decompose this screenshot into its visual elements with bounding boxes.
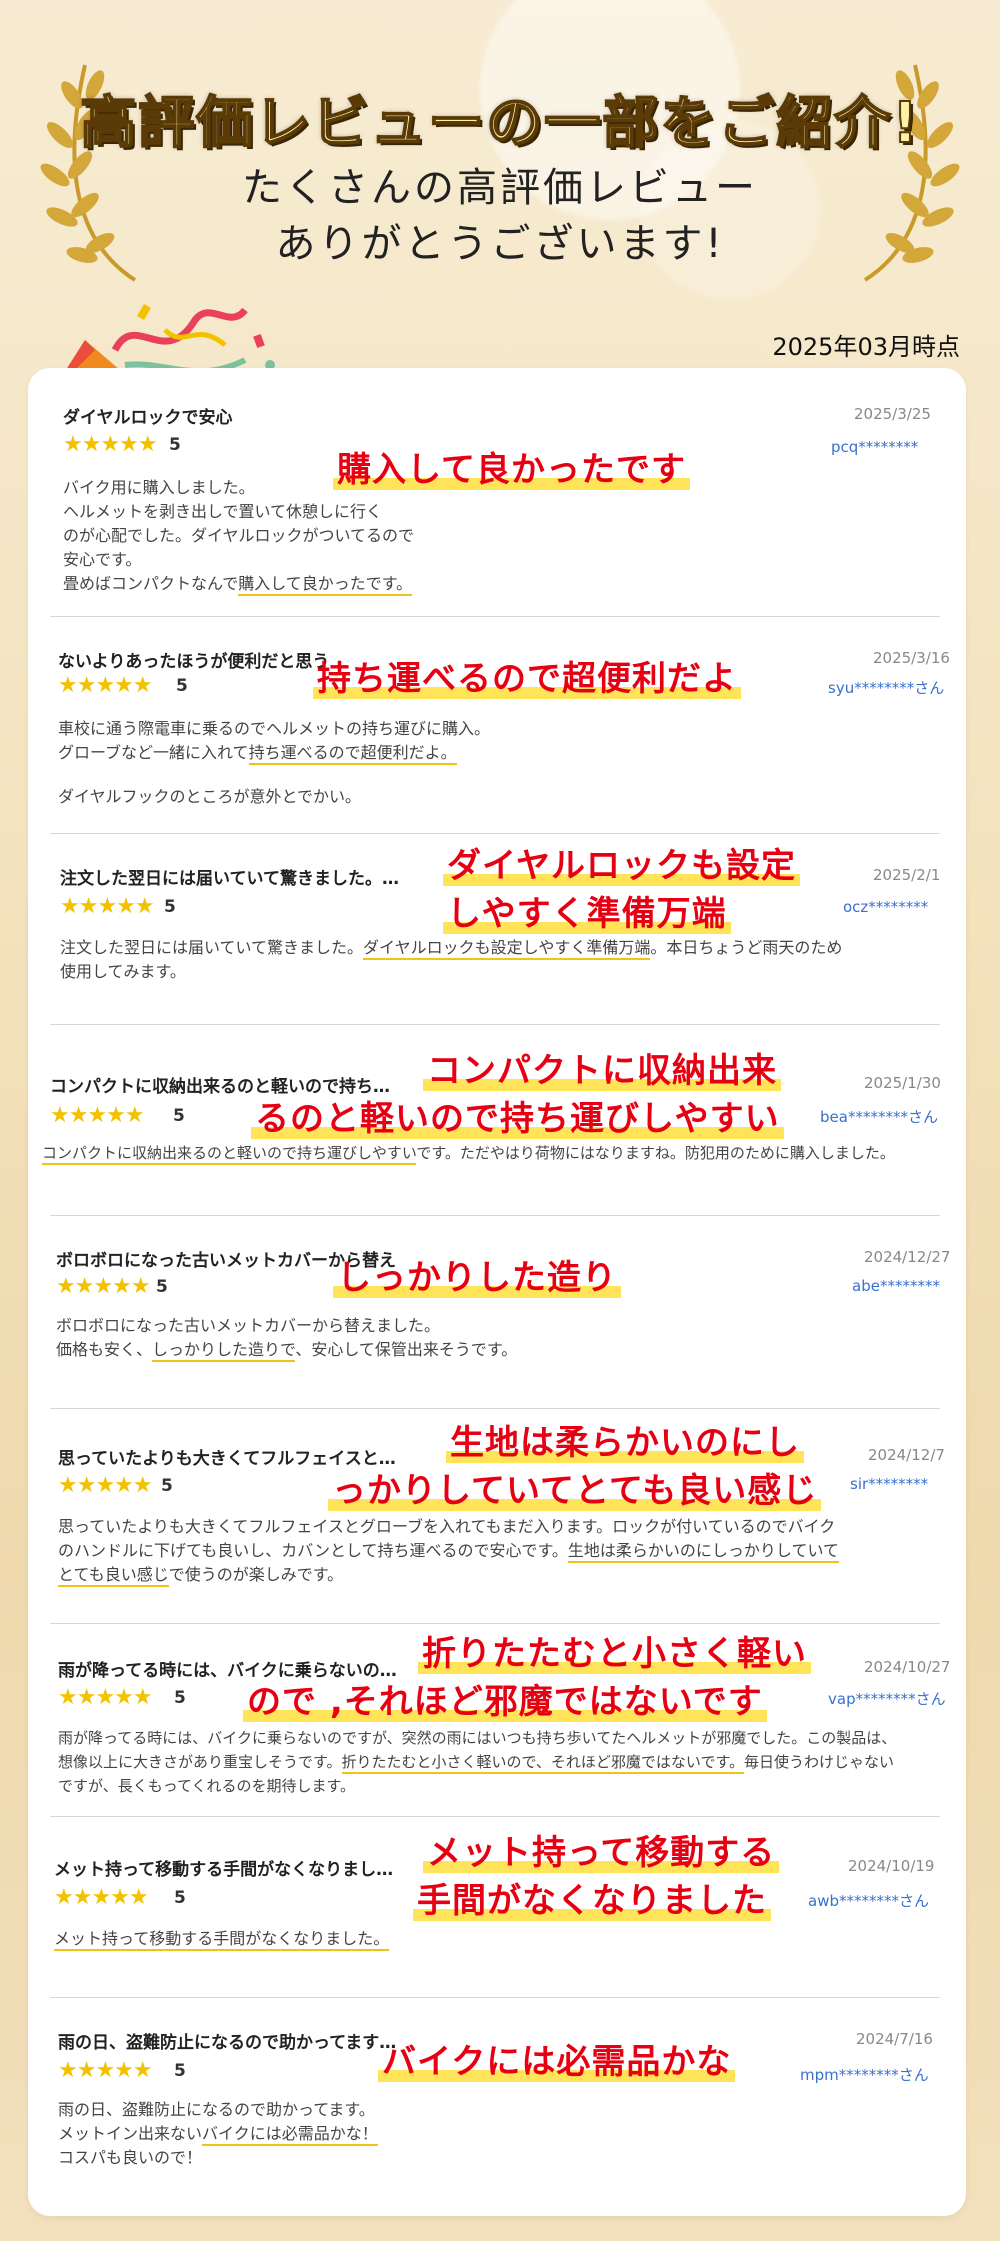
review-body: 車校に通う際電車に乗るのでヘルメットの持ち運びに購入。 グローブなど一緒に入れて… xyxy=(58,719,491,806)
reviewer-name[interactable]: bea********さん xyxy=(820,1106,938,1127)
review-callout: バイクには必需品かな xyxy=(378,2038,736,2086)
review-body: メット持って移動する手間がなくなりました。 xyxy=(54,1927,754,1951)
review-score: 5 xyxy=(174,1688,186,1708)
review-divider xyxy=(50,1816,940,1817)
review-date: 2024/12/7 xyxy=(868,1446,945,1464)
review-callout: メット持って移動する 手間がなくなりました xyxy=(413,1829,780,1925)
review-body: 雨の日、盗難防止になるので助かってます。 メットイン出来ないバイクには必需品かな… xyxy=(58,2100,378,2167)
star-rating: ★★★★★ xyxy=(56,1274,151,1299)
review-score: 5 xyxy=(174,2061,186,2081)
review-title: ないよりあったほうが便利だと思う xyxy=(58,652,330,672)
as-of-date: 2025年03月時点 xyxy=(772,333,960,361)
star-rating: ★★★★★ xyxy=(50,1103,145,1128)
review-score: 5 xyxy=(174,1888,186,1908)
reviewer-name[interactable]: sir******** xyxy=(850,1475,928,1493)
review-callout: しっかりした造り xyxy=(333,1254,621,1302)
review-callout: 持ち運べるので超便利だよ xyxy=(313,655,741,703)
review-score: 5 xyxy=(161,1476,173,1496)
star-rating: ★★★★★ xyxy=(63,432,158,457)
sub-title: たくさんの高評価レビュー ありがとうございます! xyxy=(0,160,1000,272)
review-title: メット持って移動する手間がなくなりまし… xyxy=(54,1860,394,1880)
review-title: ダイヤルロックで安心 xyxy=(63,408,233,428)
review-score: 5 xyxy=(173,1106,185,1126)
review-card: ダイヤルロックで安心 2025/3/25 ★★★★★ 5 pcq********… xyxy=(28,368,966,2216)
review-body: 注文した翌日には届いていて驚きました。ダイヤルロックも設定しやすく準備万端。本日… xyxy=(60,938,843,981)
review-date: 2024/10/19 xyxy=(848,1857,935,1875)
star-rating: ★★★★★ xyxy=(58,673,153,698)
review-callout: 生地は柔らかいのにし っかりしていてとても良い感じ xyxy=(328,1419,822,1515)
reviewer-name[interactable]: mpm********さん xyxy=(800,2064,929,2085)
review-body: ボロボロになった古いメットカバーから替えました。 価格も安く、しっかりした造りで… xyxy=(56,1314,756,1362)
star-rating: ★★★★★ xyxy=(58,1685,153,1710)
review-date: 2025/3/16 xyxy=(873,649,950,667)
review-title: 思っていたよりも大きくてフルフェイスと… xyxy=(58,1449,396,1469)
header: 高評価レビューの一部をご紹介! たくさんの高評価レビュー ありがとうございます!… xyxy=(0,0,1000,395)
reviewer-name[interactable]: pcq******** xyxy=(831,438,918,456)
reviewer-name[interactable]: vap********さん xyxy=(828,1688,946,1709)
review-title: 注文した翌日には届いていて驚きました。… xyxy=(60,869,399,889)
review-callout: 折りたたむと小さく軽い ので ,それほど邪魔ではないです xyxy=(243,1630,811,1726)
review-divider xyxy=(50,833,940,834)
sub-title-line-2: ありがとうございます! xyxy=(275,221,725,267)
review-body: 雨が降ってる時には、バイクに乗らないのですが、突然の雨にはいつも持ち歩いてたヘル… xyxy=(58,1729,897,1795)
star-rating: ★★★★★ xyxy=(58,1473,153,1498)
review-divider xyxy=(50,1623,940,1624)
review-divider xyxy=(50,1024,940,1025)
star-rating: ★★★★★ xyxy=(54,1885,149,1910)
review-body: コンパクトに収納出来るのと軽いので持ち運びしやすいです。ただやはり荷物にはなりま… xyxy=(42,1141,962,1165)
review-date: 2025/1/30 xyxy=(864,1074,941,1092)
review-date: 2024/10/27 xyxy=(864,1658,951,1676)
review-body: 思っていたよりも大きくてフルフェイスとグローブを入れてもまだ入ります。ロックが付… xyxy=(58,1515,948,1587)
review-divider xyxy=(50,1997,940,1998)
review-score: 5 xyxy=(176,676,188,696)
review-callout: ダイヤルロックも設定 しやすく準備万端 xyxy=(443,842,800,938)
star-rating: ★★★★★ xyxy=(58,2058,153,2083)
reviewer-name[interactable]: abe******** xyxy=(852,1277,940,1295)
review-divider xyxy=(50,1408,940,1409)
review-date: 2024/7/16 xyxy=(856,2030,933,2048)
star-rating: ★★★★★ xyxy=(60,894,155,919)
reviewer-name[interactable]: awb********さん xyxy=(808,1890,929,1911)
reviewer-name[interactable]: syu********さん xyxy=(828,677,944,698)
reviewer-name[interactable]: ocz******** xyxy=(843,898,928,916)
main-title: 高評価レビューの一部をご紹介! xyxy=(79,90,920,157)
review-date: 2024/12/27 xyxy=(864,1248,951,1266)
review-score: 5 xyxy=(169,435,181,455)
review-score: 5 xyxy=(164,897,176,917)
sub-title-line-1: たくさんの高評価レビュー xyxy=(242,165,758,211)
review-score: 5 xyxy=(156,1277,168,1297)
review-body: バイク用に購入しました。 ヘルメットを剥き出しで置いて休憩しに行く のが心配でし… xyxy=(63,476,483,596)
review-date: 2025/2/1 xyxy=(873,866,941,884)
review-title: 雨の日、盗難防止になるので助かってます… xyxy=(58,2033,397,2053)
review-divider xyxy=(50,616,940,617)
review-callout: コンパクトに収納出来 るのと軽いので持ち運びしやすい xyxy=(251,1047,784,1143)
review-divider xyxy=(50,1215,940,1216)
review-date: 2025/3/25 xyxy=(854,405,931,423)
review-title: コンパクトに収納出来るのと軽いので持ち… xyxy=(50,1077,390,1097)
